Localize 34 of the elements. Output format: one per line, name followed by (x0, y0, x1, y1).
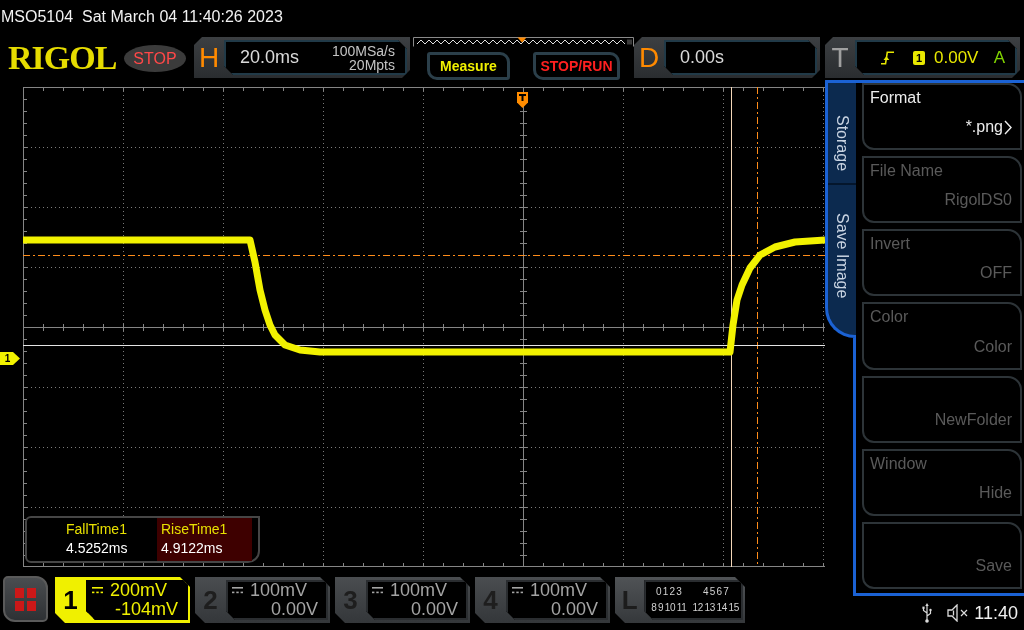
grid-squares-icon (15, 587, 36, 611)
run-stop-button[interactable]: STOP/RUN (533, 52, 620, 80)
delay-value: 0.00s (680, 47, 725, 68)
softkey[interactable]: Format *.png (862, 83, 1022, 151)
brand-logo: RIGOL (8, 40, 118, 76)
trigger-source-badge: 1 (913, 50, 925, 65)
delay-label: D (637, 40, 661, 75)
clock-time: 11:40 (974, 602, 1018, 624)
channel-tab[interactable]: 1 200mV -104mV (55, 577, 190, 623)
memory-depth: 20Mpts (349, 57, 395, 72)
menu-title: Storage (833, 115, 851, 172)
rising-edge-icon (881, 50, 894, 65)
speaker-muted-icon (947, 604, 970, 622)
measure-button[interactable]: Measure (427, 52, 510, 80)
date-time: Sat March 04 11:40:26 2023 (82, 8, 283, 26)
dc-coupling-icon (92, 587, 103, 594)
dc-coupling-icon (372, 587, 383, 594)
sample-rate: 100MSa/s (331, 43, 395, 58)
horizontal-label: H (197, 40, 221, 75)
menu-button[interactable] (3, 576, 48, 622)
usb-icon (922, 603, 933, 623)
trigger-label: T (830, 40, 850, 75)
trigger-level: 0.00V (934, 47, 979, 68)
trigger-sweep-mode: A (993, 47, 1005, 68)
measurement-readout: RiseTime1 4.9122ms (157, 518, 252, 561)
menu-page-title: Save Image (833, 213, 851, 299)
channel-marker: 1 (0, 352, 20, 365)
dc-coupling-icon (512, 587, 523, 594)
run-status-badge: STOP (124, 45, 186, 72)
model-name: MSO5104 (1, 8, 74, 26)
trigger-position-icon (517, 92, 528, 108)
dc-coupling-icon (232, 587, 243, 594)
timebase-value: 20.0ms (240, 47, 300, 68)
measurement-readout: FallTime1 4.5252ms (65, 520, 129, 558)
